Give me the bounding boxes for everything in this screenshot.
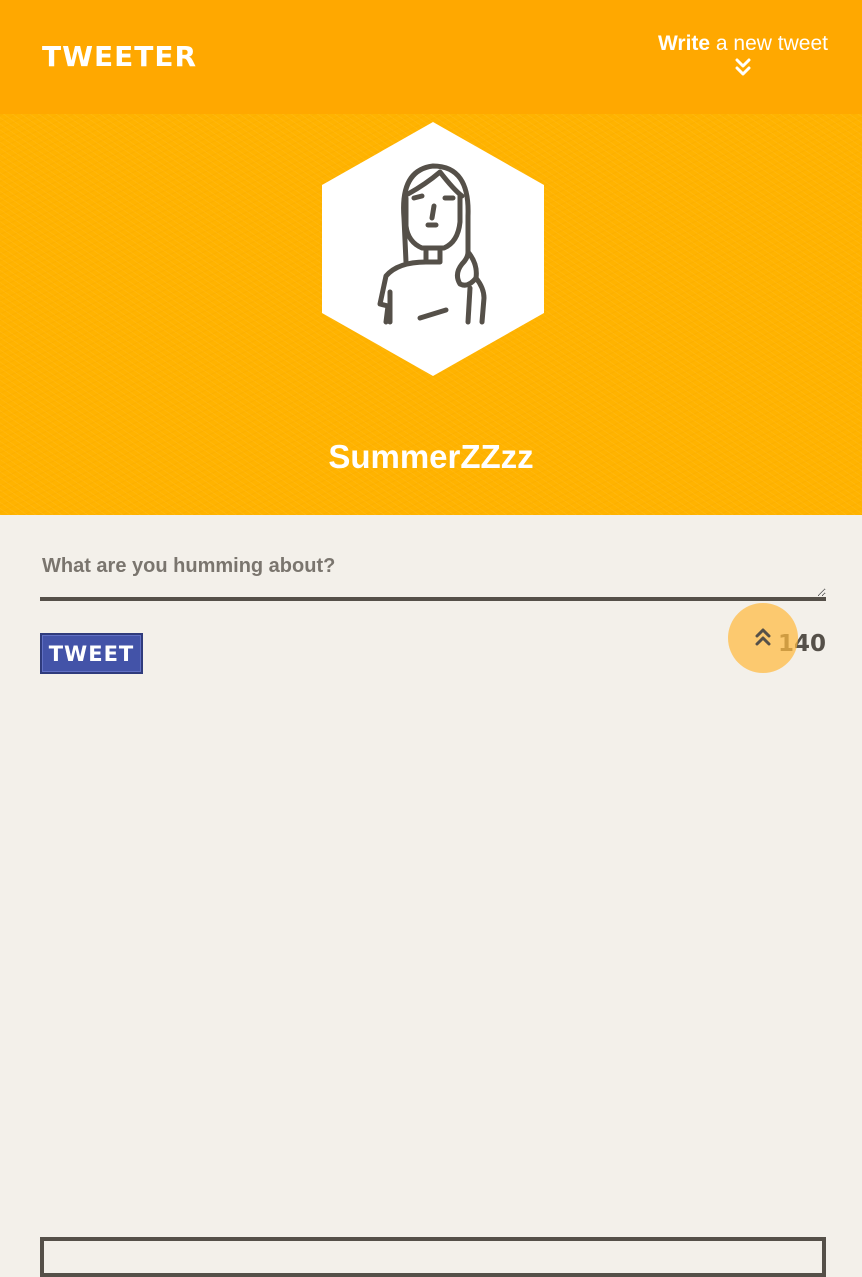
scroll-to-top-button[interactable]: [728, 603, 798, 673]
profile-banner: SummerZZzz: [0, 114, 862, 515]
double-chevron-up-icon: [755, 628, 771, 646]
user-avatar-icon: [322, 122, 544, 376]
write-new-tweet-toggle[interactable]: Write a new tweet: [658, 32, 828, 76]
tweet-list-item: [40, 1237, 826, 1277]
tweet-submit-button[interactable]: TWEET: [40, 633, 143, 674]
profile-username: SummerZZzz: [328, 438, 534, 475]
double-chevron-down-icon[interactable]: [734, 58, 752, 76]
app-logo[interactable]: TWEETER: [42, 40, 197, 73]
new-tweet-words: a new tweet: [715, 32, 828, 55]
write-new-tweet-label[interactable]: Write a new tweet: [658, 32, 828, 56]
write-word: Write: [657, 32, 711, 55]
tweet-text-input[interactable]: [40, 549, 826, 601]
top-navbar: TWEETER Write a new tweet: [0, 0, 862, 114]
